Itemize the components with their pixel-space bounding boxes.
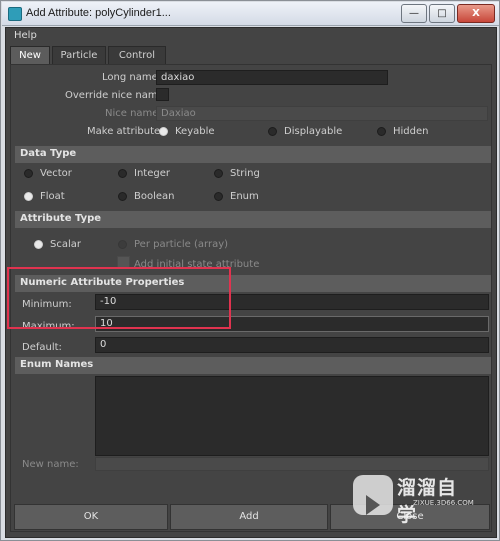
- new-name-input: [95, 457, 489, 471]
- attribute-type-header[interactable]: Attribute Type: [15, 211, 491, 228]
- new-tab-panel: Long name: daxiao Override nice name: Ni…: [10, 64, 492, 532]
- float-radio[interactable]: [24, 192, 33, 201]
- menu-bar: Help: [6, 28, 496, 44]
- scalar-radio[interactable]: [34, 240, 43, 249]
- boolean-radio[interactable]: [118, 192, 127, 201]
- close-window-button[interactable]: X: [457, 4, 495, 23]
- add-initial-state-checkbox: [117, 256, 130, 269]
- scalar-label: Scalar: [50, 239, 81, 250]
- per-particle-radio: [118, 240, 127, 249]
- tab-new[interactable]: New: [10, 46, 50, 64]
- window-title: Add Attribute: polyCylinder1...: [26, 7, 171, 19]
- string-label: String: [230, 168, 260, 179]
- maya-app-icon: [8, 7, 22, 21]
- vector-label: Vector: [40, 168, 72, 179]
- ok-button[interactable]: OK: [14, 504, 168, 530]
- enum-names-header[interactable]: Enum Names: [15, 357, 491, 374]
- boolean-label: Boolean: [134, 191, 175, 202]
- per-particle-label: Per particle (array): [134, 239, 229, 250]
- tab-particle[interactable]: Particle: [52, 46, 106, 64]
- menu-help[interactable]: Help: [14, 30, 37, 41]
- hidden-label: Hidden: [393, 126, 429, 137]
- dialog-window: Add Attribute: polyCylinder1... — □ X He…: [0, 0, 500, 541]
- nice-name-label: Nice name:: [105, 108, 162, 119]
- keyable-label: Keyable: [175, 126, 215, 137]
- long-name-label: Long name:: [102, 72, 162, 83]
- enum-radio[interactable]: [214, 192, 223, 201]
- long-name-input[interactable]: daxiao: [156, 70, 388, 85]
- override-nice-name-label: Override nice name:: [65, 90, 168, 101]
- minimum-label: Minimum:: [22, 299, 72, 310]
- displayable-radio[interactable]: [268, 127, 277, 136]
- string-radio[interactable]: [214, 169, 223, 178]
- data-type-header[interactable]: Data Type: [15, 146, 491, 163]
- default-input[interactable]: 0: [95, 337, 489, 353]
- make-attribute-label: Make attribute:: [87, 126, 164, 137]
- default-label: Default:: [22, 342, 62, 353]
- vector-radio[interactable]: [24, 169, 33, 178]
- override-nice-name-checkbox[interactable]: [156, 88, 169, 101]
- nice-name-input: Daxiao: [156, 106, 488, 121]
- enum-label: Enum: [230, 191, 259, 202]
- keyable-radio[interactable]: [159, 127, 168, 136]
- maximize-button[interactable]: □: [429, 4, 455, 23]
- enum-names-list: [95, 376, 489, 456]
- close-button[interactable]: Close: [330, 504, 490, 530]
- hidden-radio[interactable]: [377, 127, 386, 136]
- minimum-input[interactable]: -10: [95, 294, 489, 310]
- integer-radio[interactable]: [118, 169, 127, 178]
- add-button[interactable]: Add: [170, 504, 328, 530]
- tab-control[interactable]: Control: [108, 46, 166, 64]
- float-label: Float: [40, 191, 65, 202]
- title-bar[interactable]: Add Attribute: polyCylinder1... — □ X: [2, 2, 499, 26]
- maximum-input[interactable]: 10: [95, 316, 489, 332]
- new-name-label: New name:: [22, 459, 79, 470]
- maximum-label: Maximum:: [22, 321, 75, 332]
- add-initial-state-label: Add initial state attribute: [134, 259, 260, 270]
- integer-label: Integer: [134, 168, 170, 179]
- displayable-label: Displayable: [284, 126, 343, 137]
- minimize-button[interactable]: —: [401, 4, 427, 23]
- numeric-properties-header[interactable]: Numeric Attribute Properties: [15, 275, 491, 292]
- dialog-client: Help New Particle Control Long name: dax…: [5, 27, 497, 538]
